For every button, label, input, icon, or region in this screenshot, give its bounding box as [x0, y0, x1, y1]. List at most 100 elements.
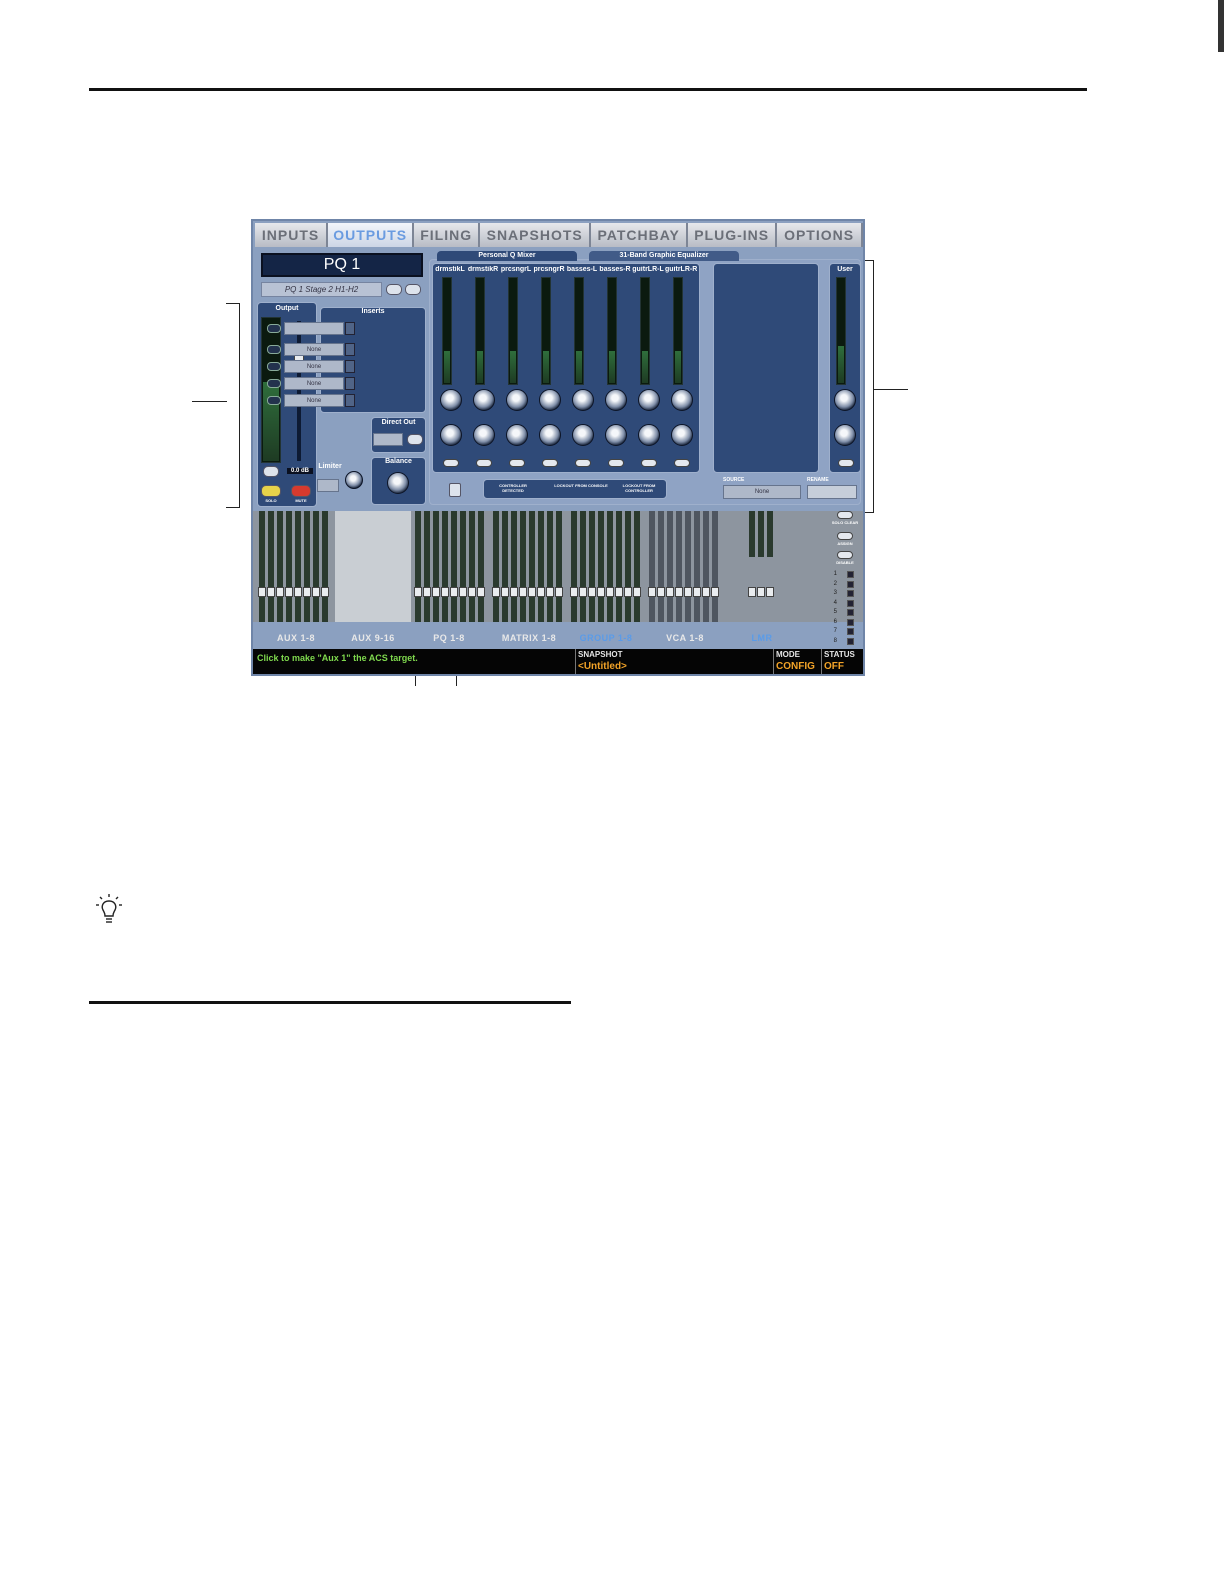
page-number[interactable]: 7 — [827, 628, 837, 634]
bank-fader-cap[interactable] — [267, 587, 275, 597]
user-knob-2[interactable] — [834, 424, 856, 446]
bank-fader-track[interactable] — [433, 511, 439, 622]
insert-dropdown-3[interactable] — [345, 360, 355, 373]
status-value[interactable]: OFF — [824, 661, 844, 672]
route-prev-button[interactable] — [386, 284, 402, 295]
channel-button[interactable] — [542, 459, 558, 467]
bank-fader-cap[interactable] — [321, 587, 329, 597]
channel-level-knob[interactable] — [539, 389, 561, 411]
bank-fader-track[interactable] — [478, 511, 484, 622]
bank-fader-cap[interactable] — [459, 587, 467, 597]
channel-button[interactable] — [641, 459, 657, 467]
bank-fader-track[interactable] — [589, 511, 595, 622]
bank-fader-cap[interactable] — [303, 587, 311, 597]
insert-bypass-3[interactable] — [267, 362, 281, 371]
channel-level-knob[interactable] — [440, 389, 462, 411]
channel-level-knob[interactable] — [572, 389, 594, 411]
bank-fader-cap[interactable] — [588, 587, 596, 597]
channel-pan-knob[interactable] — [473, 424, 495, 446]
bank-fader-track[interactable] — [598, 511, 604, 622]
insert-bypass-1[interactable] — [267, 324, 281, 333]
solo-clear-button[interactable] — [837, 511, 853, 519]
bank-fader-track[interactable] — [502, 511, 508, 622]
bank-fader-cap[interactable] — [555, 587, 563, 597]
bank-fader-cap[interactable] — [432, 587, 440, 597]
bank-fader-track[interactable] — [493, 511, 499, 622]
bank-fader-cap[interactable] — [414, 587, 422, 597]
bank-fader-track[interactable] — [424, 511, 430, 622]
bank-fader-cap[interactable] — [666, 587, 674, 597]
bank-fader-track[interactable] — [685, 511, 691, 622]
tab-patchbay[interactable]: PATCHBAY — [591, 223, 689, 247]
bank-fader-track[interactable] — [607, 511, 613, 622]
page-number[interactable]: 3 — [827, 590, 837, 596]
bank-fader-track[interactable] — [511, 511, 517, 622]
bank-fader-track[interactable] — [712, 511, 718, 622]
channel-button[interactable] — [575, 459, 591, 467]
bank-fader-cap[interactable] — [615, 587, 623, 597]
scroll-down-button[interactable] — [449, 483, 461, 497]
meter-toggle-button[interactable] — [263, 466, 279, 477]
channel-pan-knob[interactable] — [440, 424, 462, 446]
bank-fader-track[interactable] — [547, 511, 553, 622]
bank-fader-track[interactable] — [304, 511, 310, 622]
tab-inputs[interactable]: INPUTS — [255, 223, 329, 247]
insert-bypass-4[interactable] — [267, 379, 281, 388]
route-next-button[interactable] — [405, 284, 421, 295]
rename-field[interactable] — [807, 485, 857, 499]
channel-pan-knob[interactable] — [671, 424, 693, 446]
group-group-1-8[interactable]: GROUP 1-8 — [569, 633, 643, 643]
bank-fader-cap[interactable] — [285, 587, 293, 597]
group-matrix-1-8[interactable]: MATRIX 1-8 — [491, 633, 567, 643]
direct-out-button[interactable] — [407, 434, 423, 445]
bank-fader-cap[interactable] — [597, 587, 605, 597]
bank-fader-track[interactable] — [322, 511, 328, 622]
direct-out-field[interactable] — [373, 433, 403, 446]
channel-level-knob[interactable] — [638, 389, 660, 411]
tab-filing[interactable]: FILING — [414, 223, 481, 247]
output-name-display[interactable]: PQ 1 — [261, 253, 423, 277]
insert-slot-5[interactable]: None — [284, 394, 344, 407]
page-number[interactable]: 5 — [827, 609, 837, 615]
bank-fader-track[interactable] — [703, 511, 709, 622]
channel-button[interactable] — [608, 459, 624, 467]
bank-fader-track[interactable] — [556, 511, 562, 622]
channel-button[interactable] — [509, 459, 525, 467]
insert-dropdown-4[interactable] — [345, 377, 355, 390]
bank-fader-track[interactable] — [442, 511, 448, 622]
bank-fader-track[interactable] — [580, 511, 586, 622]
tab-personal-q-mixer[interactable]: Personal Q Mixer — [437, 251, 577, 261]
bank-fader-cap[interactable] — [711, 587, 719, 597]
lockout-from-controller[interactable]: LOCKOUT FROM CONTROLLER — [611, 483, 667, 493]
bank-fader-cap[interactable] — [606, 587, 614, 597]
page-number[interactable]: 2 — [827, 581, 837, 587]
bank-fader-track[interactable] — [469, 511, 475, 622]
insert-dropdown-1[interactable] — [345, 322, 355, 335]
snapshot-value[interactable]: <Untitled> — [578, 661, 627, 672]
bank-fader-cap[interactable] — [312, 587, 320, 597]
bank-fader-track[interactable] — [268, 511, 274, 622]
limiter-field[interactable] — [317, 479, 339, 492]
bank-fader-cap[interactable] — [492, 587, 500, 597]
user-knob-1[interactable] — [834, 389, 856, 411]
insert-slot-2[interactable]: None — [284, 343, 344, 356]
bank-fader-track[interactable] — [571, 511, 577, 622]
bank-fader-track[interactable] — [313, 511, 319, 622]
page-number[interactable]: 4 — [827, 600, 837, 606]
bank-fader-track[interactable] — [616, 511, 622, 622]
bank-fader-track[interactable] — [649, 511, 655, 622]
lmr-fader-track[interactable] — [749, 511, 755, 557]
channel-button[interactable] — [443, 459, 459, 467]
bank-fader-cap[interactable] — [468, 587, 476, 597]
channel-level-knob[interactable] — [506, 389, 528, 411]
tab-graphic-eq[interactable]: 31-Band Graphic Equalizer — [589, 251, 739, 261]
bank-fader-cap[interactable] — [258, 587, 266, 597]
insert-dropdown-2[interactable] — [345, 343, 355, 356]
balance-knob[interactable] — [387, 472, 409, 494]
channel-button[interactable] — [674, 459, 690, 467]
user-button[interactable] — [838, 459, 854, 467]
channel-level-knob[interactable] — [473, 389, 495, 411]
lmr-fader-track[interactable] — [767, 511, 773, 557]
channel-button[interactable] — [476, 459, 492, 467]
tab-outputs[interactable]: OUTPUTS — [328, 223, 415, 247]
